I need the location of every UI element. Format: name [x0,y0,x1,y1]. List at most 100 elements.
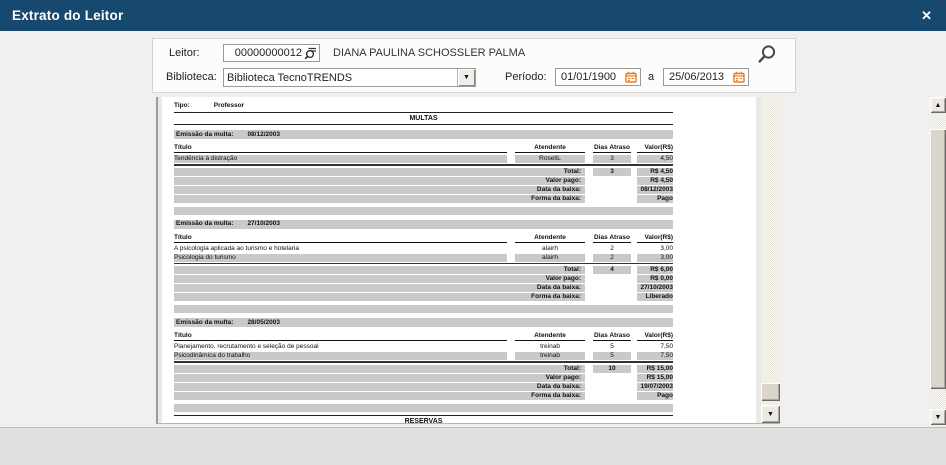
biblioteca-select[interactable]: Biblioteca TecnoTRENDS ▼ [223,68,476,87]
cell-titulo: A psicologia aplicada ao turismo e hotel… [174,245,507,253]
summary-row-forma-baixa: Forma da baixa: Liberado [174,293,673,301]
summary-row-total: Total: 4 R$ 6,00 [174,266,673,274]
total-label: Total: [174,365,585,373]
total-label: Total: [174,168,585,176]
data-baixa-label: Data da baixa: [174,186,585,194]
col-atendente: Atendente [515,144,585,153]
cell-dias: 5 [593,343,631,351]
section-spacer-band [174,305,673,313]
emissao-label: Emissão da multa: [176,131,233,139]
multas-row: Planejamento, recrutamento e seleção de … [174,343,673,351]
emissao-band: Emissão da multa: 08/12/2003 [174,130,673,139]
scroll-down-icon[interactable]: ▼ [930,409,946,425]
scrollbar-thumb[interactable] [930,129,946,389]
multas-header-row: Título Atendente Dias Atraso Valor(R$) [174,332,673,341]
report-vertical-scrollbar[interactable]: ▼ [761,97,780,423]
report-viewport: Tipo: Professor MULTAS Emissão da multa:… [156,97,780,424]
summary-row-forma-baixa: Forma da baixa: Pago [174,392,673,400]
col-atendente: Atendente [515,332,585,341]
forma-baixa-value: Liberado [637,293,673,301]
total-label: Total: [174,266,585,274]
search-record-icon[interactable] [304,47,317,60]
col-titulo: Título [174,332,507,341]
multas-header-row: Título Atendente Dias Atraso Valor(R$) [174,144,673,153]
scrollbar-thumb[interactable] [761,383,780,401]
data-baixa-label: Data da baixa: [174,383,585,391]
cell-titulo: Psicologia do turismo [174,254,507,262]
scroll-up-icon[interactable]: ▲ [930,97,946,113]
multas-section-title: MULTAS [174,112,673,125]
col-valor: Valor(R$) [637,144,673,153]
emissao-date: 28/05/2003 [247,319,280,327]
filter-panel: Leitor: 00000000012 DIANA PAULINA SCHOSS… [152,38,796,93]
total-dias: 4 [593,266,631,274]
tipo-label: Tipo: [174,102,190,110]
valor-pago-label: Valor pago: [174,177,585,185]
scrollbar-track[interactable] [761,97,780,405]
search-icon[interactable] [756,44,777,65]
leitor-code-input[interactable]: 00000000012 [223,44,320,62]
emissao-label: Emissão da multa: [176,220,233,228]
report-page: Tipo: Professor MULTAS Emissão da multa:… [162,97,756,423]
total-valor: R$ 6,00 [637,266,673,274]
emissao-date: 08/12/2003 [247,131,280,139]
cell-dias: 3 [593,155,631,163]
multas-header-row: Título Atendente Dias Atraso Valor(R$) [174,234,673,243]
valor-pago-value: R$ 15,00 [637,374,673,382]
dialog-vertical-scrollbar[interactable]: ▲ ▼ [930,97,946,425]
total-dias: 3 [593,168,631,176]
data-baixa-value: 19/07/2003 [637,383,673,391]
periodo-end-value: 25/06/2013 [669,71,724,83]
cell-atendente: treinab [515,352,585,360]
periodo-start-input[interactable]: 01/01/1900 [555,68,641,86]
summary-row-data-baixa: Data da baixa: 08/12/2003 [174,186,673,194]
cell-atendente: alairh [515,245,585,253]
cell-atendente: treinab [515,343,585,351]
cell-titulo: Psicodinâmica do trabalho [174,352,507,360]
periodo-end-input[interactable]: 25/06/2013 [663,68,749,86]
summary-row-valor-pago: Valor pago: R$ 0,00 [174,275,673,283]
emissao-label: Emissão da multa: [176,319,233,327]
biblioteca-label: Biblioteca: [166,71,217,83]
emissao-band: Emissão da multa: 27/10/2003 [174,220,673,229]
cell-titulo: Planejamento, recrutamento e seleção de … [174,343,507,351]
leitor-code-value: 00000000012 [235,47,302,59]
reservas-section-title: RESERVAS [174,415,673,424]
calendar-icon[interactable] [625,71,637,83]
col-dias-atraso: Dias Atraso [593,234,631,243]
col-valor: Valor(R$) [637,234,673,243]
summary-row-valor-pago: Valor pago: R$ 15,00 [174,374,673,382]
section-spacer-band [174,404,673,412]
close-icon[interactable]: ✕ [921,9,932,22]
summary-row-valor-pago: Valor pago: R$ 4,50 [174,177,673,185]
emissao-date: 27/10/2003 [247,220,280,228]
col-valor: Valor(R$) [637,332,673,341]
dialog-title: Extrato do Leitor [12,8,123,23]
forma-baixa-label: Forma da baixa: [174,392,585,400]
divider-line [174,361,673,363]
periodo-separator: a [648,71,654,83]
multas-row: Tendência à distração RoseliL 3 4,50 [174,155,673,163]
chevron-down-icon[interactable]: ▼ [457,69,475,86]
valor-pago-label: Valor pago: [174,275,585,283]
cell-valor: 3,00 [637,245,673,253]
cell-dias: 2 [593,245,631,253]
data-baixa-value: 27/10/2003 [637,284,673,292]
biblioteca-selected-value: Biblioteca TecnoTRENDS [224,72,457,84]
calendar-icon[interactable] [733,71,745,83]
cell-valor: 3,00 [637,254,673,262]
leitor-name: DIANA PAULINA SCHOSSLER PALMA [333,47,525,59]
forma-baixa-label: Forma da baixa: [174,195,585,203]
cell-valor: 4,50 [637,155,673,163]
cell-titulo: Tendência à distração [174,155,507,163]
section-spacer-band [174,207,673,215]
scroll-down-icon[interactable]: ▼ [761,405,780,423]
divider-line [174,263,673,265]
cell-dias: 2 [593,254,631,262]
col-atendente: Atendente [515,234,585,243]
col-dias-atraso: Dias Atraso [593,332,631,341]
cell-atendente: RoseliL [515,155,585,163]
col-titulo: Título [174,144,507,153]
valor-pago-value: R$ 4,50 [637,177,673,185]
summary-row-total: Total: 10 R$ 15,00 [174,365,673,373]
